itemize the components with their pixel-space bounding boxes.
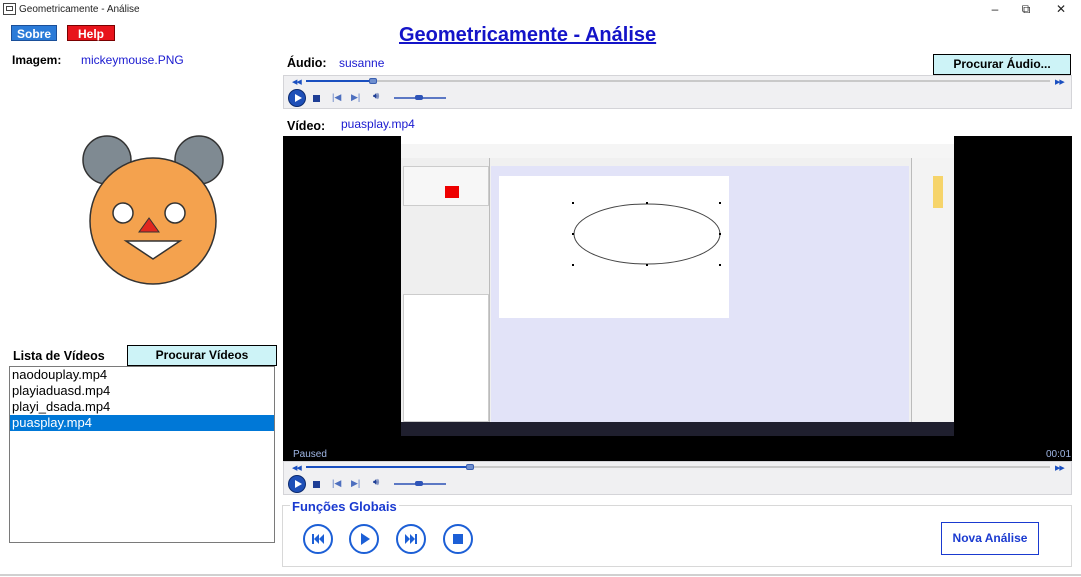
video-status: Paused <box>293 449 327 460</box>
audio-seek-fill <box>306 80 373 82</box>
mouse-face-image <box>82 135 224 285</box>
list-item[interactable]: playi_dsada.mp4 <box>10 399 274 415</box>
title-bar: Geometricamente - Análise – ⧉ ✕ <box>0 0 1081 20</box>
audio-play-icon[interactable] <box>288 89 306 107</box>
list-item[interactable]: playiaduasd.mp4 <box>10 383 274 399</box>
procurar-videos-button[interactable]: Procurar Vídeos <box>127 345 277 366</box>
maximize-button[interactable]: ⧉ <box>1009 0 1043 20</box>
audio-volume-icon[interactable]: 🔊︎ <box>373 91 379 102</box>
imagem-value: mickeymouse.PNG <box>81 53 184 67</box>
video-prev-icon[interactable]: |◀ <box>332 478 341 489</box>
seek-forward-icon[interactable]: ▶▶ <box>1055 78 1065 86</box>
audio-stop-icon[interactable] <box>313 95 320 102</box>
video-label: Vídeo: <box>287 119 326 133</box>
video-time: 00:01 <box>1046 449 1072 460</box>
video-play-icon[interactable] <box>288 475 306 493</box>
skip-forward-icon[interactable] <box>396 524 426 554</box>
video-display[interactable] <box>283 136 1072 461</box>
minimize-button[interactable]: – <box>978 0 1012 20</box>
video-stop-icon[interactable] <box>313 481 320 488</box>
embedded-app-screenshot <box>401 136 954 436</box>
nova-analise-button[interactable]: Nova Análise <box>941 522 1039 555</box>
audio-seek-track[interactable] <box>306 80 1050 82</box>
list-item[interactable]: naodouplay.mp4 <box>10 367 274 383</box>
procurar-audio-button[interactable]: Procurar Áudio... <box>933 54 1071 75</box>
video-volume-icon[interactable]: 🔊︎ <box>373 477 379 488</box>
play-icon[interactable] <box>349 524 379 554</box>
video-player: ◀◀ ▶▶ |◀ ▶| 🔊︎ <box>283 461 1072 495</box>
seek-back-icon[interactable]: ◀◀ <box>292 464 302 472</box>
video-seek-fill <box>306 466 470 468</box>
page-title: Geometricamente - Análise <box>399 24 657 46</box>
list-item-selected[interactable]: puasplay.mp4 <box>10 415 274 431</box>
right-eye <box>164 202 186 224</box>
videos-list-label: Lista de Vídeos <box>13 349 105 363</box>
global-functions-label: Funções Globais <box>290 499 399 514</box>
video-next-icon[interactable]: ▶| <box>351 478 360 489</box>
window-bottom-edge <box>0 574 1081 576</box>
skip-back-icon[interactable] <box>303 524 333 554</box>
audio-volume-knob[interactable] <box>415 95 423 100</box>
window-title: Geometricamente - Análise <box>19 4 140 15</box>
face <box>89 157 217 285</box>
audio-value: susanne <box>339 56 385 70</box>
audio-player: ◀◀ ▶▶ |◀ ▶| 🔊︎ <box>283 75 1072 109</box>
audio-seek-knob[interactable] <box>369 78 377 84</box>
close-button[interactable]: ✕ <box>1044 0 1078 20</box>
seek-back-icon[interactable]: ◀◀ <box>292 78 302 86</box>
sobre-button[interactable]: Sobre <box>11 25 57 41</box>
help-button[interactable]: Help <box>67 25 115 41</box>
app-icon <box>3 3 16 15</box>
imagem-label: Imagem: <box>12 53 62 67</box>
left-eye <box>112 202 134 224</box>
video-seek-knob[interactable] <box>466 464 474 470</box>
audio-prev-icon[interactable]: |◀ <box>332 92 341 103</box>
video-volume-knob[interactable] <box>415 481 423 486</box>
stop-icon[interactable] <box>443 524 473 554</box>
video-value: puasplay.mp4 <box>341 117 415 131</box>
seek-forward-icon[interactable]: ▶▶ <box>1055 464 1065 472</box>
audio-label: Áudio: <box>287 56 327 70</box>
videos-listbox[interactable]: naodouplay.mp4 playiaduasd.mp4 playi_dsa… <box>9 366 275 543</box>
audio-next-icon[interactable]: ▶| <box>351 92 360 103</box>
